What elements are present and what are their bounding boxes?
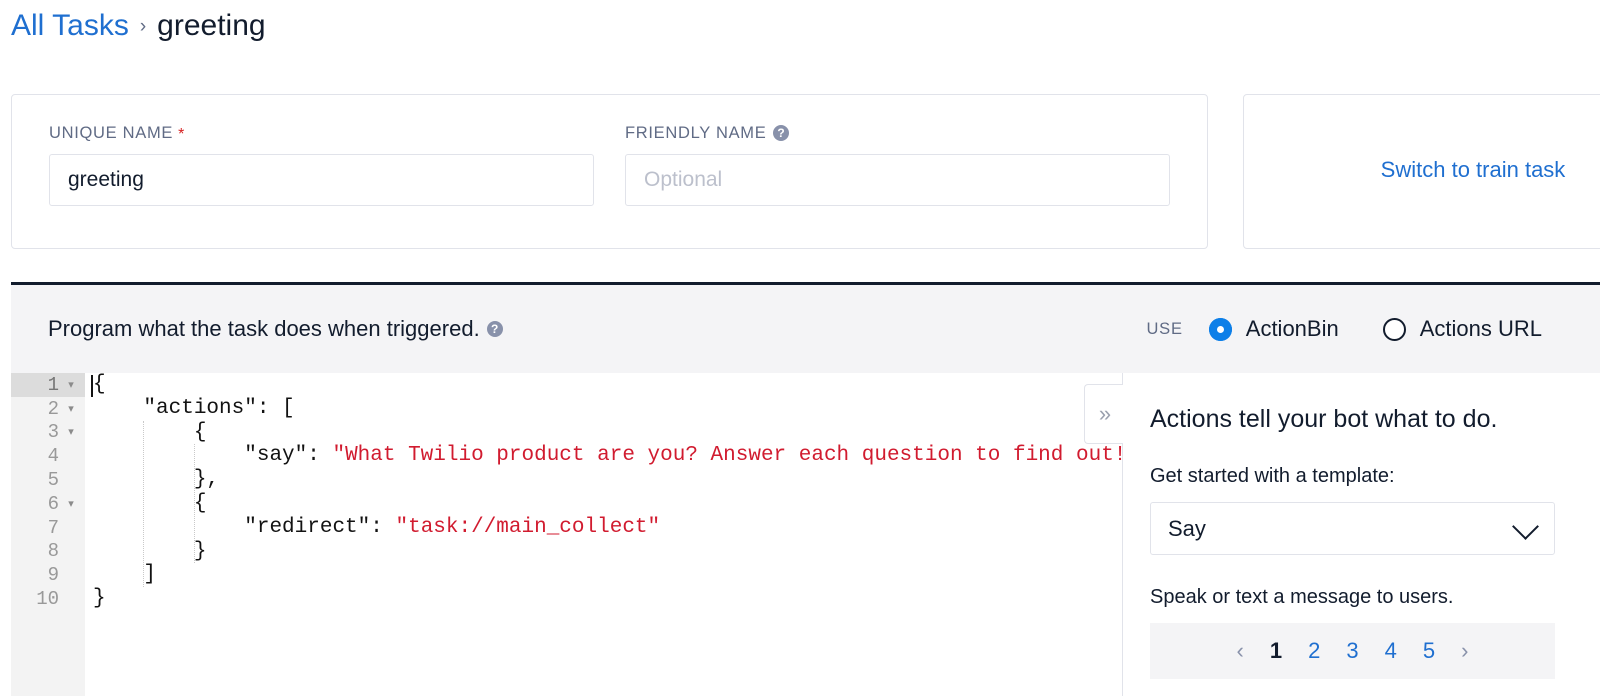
program-title-text: Program what the task does when triggere… — [48, 316, 480, 341]
code-line-1: { — [93, 373, 106, 396]
unique-name-input[interactable] — [49, 154, 594, 206]
editor-gutter: 1▾2▾3▾4▾5▾6▾7▾8▾9▾10▾ — [11, 373, 85, 696]
template-pagination: ‹ 1 2 3 4 5 › — [1150, 623, 1555, 679]
code-line-7: "redirect": "task://main_collect" — [244, 515, 661, 539]
radio-option-actions-url[interactable]: Actions URL — [1382, 316, 1542, 342]
string-key: "actions" — [143, 396, 257, 420]
line-number: 2 — [47, 397, 59, 420]
template-label: Get started with a template: — [1150, 465, 1395, 487]
editor-code-content[interactable]: { "actions": [ { "say": "What Twilio pro… — [85, 373, 1122, 696]
code-line-10: } — [93, 587, 106, 611]
line-number: 3 — [47, 421, 59, 444]
code-line-4: "say": "What Twilio product are you? Ans… — [93, 444, 1122, 468]
gutter-line-5: 5▾ — [11, 468, 85, 492]
string-value: "What Twilio product are you? Answer eac… — [332, 444, 1122, 468]
task-name-card: UNIQUE NAME * FRIENDLY NAME ? — [11, 94, 1208, 249]
fold-arrow-icon[interactable]: ▾ — [63, 378, 79, 392]
template-select-value: Say — [1168, 515, 1206, 541]
pagination-next-icon[interactable]: › — [1461, 638, 1468, 664]
pagination-page-1: 1 — [1269, 638, 1283, 663]
indent-guide — [143, 420, 145, 588]
use-label: USE — [1146, 319, 1183, 338]
gutter-line-2: 2 ▾ — [11, 397, 85, 421]
unique-name-label: UNIQUE NAME * — [49, 123, 594, 144]
radio-selected-icon[interactable] — [1208, 317, 1232, 341]
string-key: "say" — [244, 444, 308, 468]
code-editor[interactable]: 1▾2▾3▾4▾5▾6▾7▾8▾9▾10▾ { "actions": [ { "… — [11, 373, 1122, 696]
friendly-name-label: FRIENDLY NAME ? — [625, 123, 1170, 143]
code-line-9: ] — [93, 563, 157, 587]
line-number: 5 — [47, 469, 59, 492]
breadcrumb-link-all-tasks[interactable]: All Tasks — [11, 9, 129, 43]
use-source-radio-group: USE ActionBin Actions URL — [1146, 316, 1542, 342]
breadcrumb-current-task: greeting — [157, 9, 266, 42]
actions-help-panel: » Actions tell your bot what to do. Get … — [1084, 373, 1600, 696]
text-cursor — [91, 375, 93, 397]
unique-name-label-text: UNIQUE NAME — [49, 123, 174, 142]
line-number: 10 — [36, 588, 59, 611]
gutter-line-3: 3 ▾ — [11, 421, 85, 445]
pagination-page-4[interactable]: 4 — [1385, 638, 1397, 664]
code-line-5: }, — [93, 468, 220, 492]
friendly-name-field: FRIENDLY NAME ? — [625, 123, 1170, 206]
template-description: Speak or text a message to users. — [1150, 586, 1454, 608]
collapse-panel-icon[interactable]: » — [1084, 384, 1123, 444]
radio-label-actionbin: ActionBin — [1245, 316, 1339, 341]
gutter-line-6: 6 ▾ — [11, 492, 85, 516]
task-settings-row: UNIQUE NAME * FRIENDLY NAME ? Switch to … — [11, 94, 1600, 250]
help-icon[interactable]: ? — [773, 125, 790, 141]
pagination-page-5[interactable]: 5 — [1423, 638, 1435, 664]
indent-guide — [193, 444, 195, 564]
radio-unselected-icon[interactable] — [1382, 317, 1406, 341]
line-number: 4 — [47, 445, 59, 468]
code-line-8: } — [93, 539, 207, 563]
switch-task-card: Switch to train task — [1243, 94, 1600, 249]
unique-name-field: UNIQUE NAME * — [49, 123, 594, 206]
string-value: "task://main_collect" — [395, 515, 661, 539]
program-header-bar: Program what the task does when triggere… — [11, 282, 1600, 373]
gutter-line-9: 9▾ — [11, 563, 85, 587]
program-title: Program what the task does when triggere… — [48, 316, 503, 342]
template-select[interactable]: Say — [1150, 502, 1555, 555]
required-asterisk-icon: * — [178, 126, 186, 143]
pagination-prev-icon[interactable]: ‹ — [1237, 638, 1244, 664]
line-number: 6 — [47, 492, 59, 515]
program-section: Program what the task does when triggere… — [11, 282, 1600, 696]
line-number: 8 — [47, 540, 59, 563]
help-icon[interactable]: ? — [486, 321, 503, 337]
friendly-name-label-text: FRIENDLY NAME — [625, 123, 767, 142]
line-number: 1 — [47, 373, 59, 396]
radio-label-actions-url: Actions URL — [1419, 316, 1542, 341]
switch-to-train-task-link[interactable]: Switch to train task — [1244, 157, 1600, 183]
fold-arrow-icon[interactable]: ▾ — [63, 497, 79, 511]
gutter-line-4: 4▾ — [11, 444, 85, 468]
editor-area: 1▾2▾3▾4▾5▾6▾7▾8▾9▾10▾ { "actions": [ { "… — [11, 373, 1600, 696]
string-key: "redirect" — [244, 515, 371, 539]
gutter-line-8: 8▾ — [11, 540, 85, 564]
line-number: 7 — [47, 516, 59, 539]
gutter-line-10: 10▾ — [11, 587, 85, 611]
pagination-page-3[interactable]: 3 — [1346, 638, 1358, 664]
gutter-line-7: 7▾ — [11, 516, 85, 540]
line-number: 9 — [47, 564, 59, 587]
fold-arrow-icon[interactable]: ▾ — [63, 425, 79, 439]
code-line-3: { — [93, 420, 207, 444]
chevron-down-icon — [1512, 513, 1539, 540]
code-line-2: "actions": [ — [143, 396, 295, 420]
radio-option-actionbin[interactable]: ActionBin — [1208, 316, 1339, 342]
code-line-6: { — [93, 491, 207, 515]
fold-arrow-icon[interactable]: ▾ — [63, 402, 79, 416]
gutter-line-1: 1 ▾ — [11, 373, 85, 397]
pagination-page-2[interactable]: 2 — [1308, 638, 1320, 664]
friendly-name-input[interactable] — [625, 154, 1170, 206]
panel-heading: Actions tell your bot what to do. — [1150, 405, 1498, 433]
breadcrumb-separator-icon: › — [139, 16, 147, 37]
breadcrumb: All Tasks › greeting — [11, 2, 266, 50]
